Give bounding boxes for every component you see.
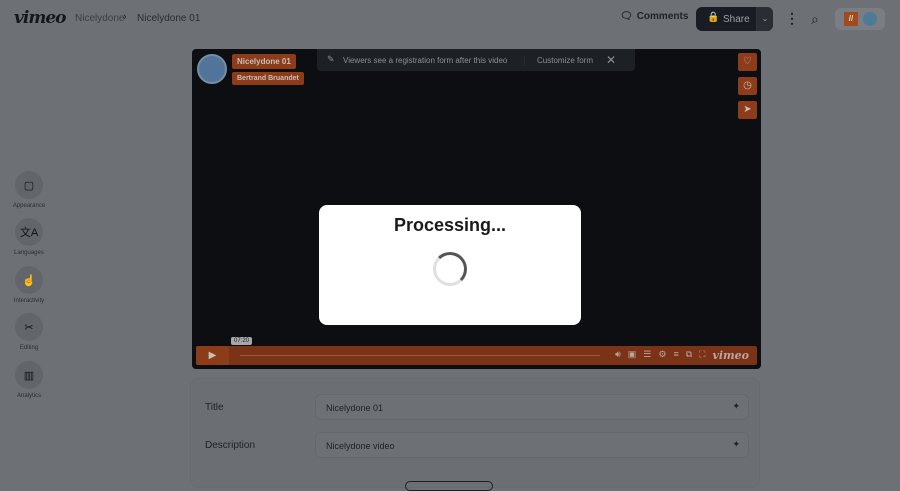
sidebar-item-interactivity[interactable]: ☝ Interactivity [10,266,48,304]
sidebar-label: Editing [19,345,39,351]
user-avatar [863,12,877,26]
vimeo-player-logo[interactable]: vimeo [712,349,749,362]
loading-spinner-icon [433,252,467,286]
more-options-icon[interactable]: ⋮ [785,10,799,27]
video-title-badge[interactable]: Nicelydone 01 [232,54,296,69]
like-icon[interactable]: ♡ [738,53,757,71]
sidebar-item-appearance[interactable]: ▢ Appearance [10,171,48,209]
fullscreen-icon[interactable]: ⛶ [699,349,705,362]
languages-icon: 文A [15,218,43,246]
form-button[interactable] [405,481,493,491]
comments-label: Comments [636,11,689,22]
ai-sparkle-icon[interactable]: ✦ [732,401,740,412]
breadcrumb-current: Nicelydone 01 [137,13,201,24]
video-details-form: Title Nicelydone 01 ✦ Description Nicelyd… [190,378,760,488]
description-label: Description [205,440,256,451]
ai-sparkle-icon[interactable]: ✦ [732,439,740,450]
share-send-icon[interactable]: ➤ [738,101,757,119]
settings-icon[interactable]: ⚙ [658,349,666,362]
pip-icon[interactable]: ⧉ [686,349,692,362]
author-badge[interactable]: Bertrand Bruandet [232,72,304,85]
sidebar-item-analytics[interactable]: ▥ Analytics [10,361,48,399]
chapters-icon[interactable]: ≡ [673,349,678,362]
share-label: Share [723,13,750,25]
account-switcher[interactable]: // [835,8,885,30]
time-tooltip: 07:20 [231,337,253,345]
team-avatar: // [844,12,858,26]
description-value: Nicelydone video [326,441,395,451]
play-icon[interactable]: ▶ [196,346,229,365]
sidebar-label: Languages [14,250,44,256]
processing-dialog: Processing... [319,205,581,325]
transcript-icon[interactable]: ☰ [643,349,651,362]
scissors-icon: ✂ [15,313,43,341]
lock-icon: 🔒 [707,12,720,23]
title-value: Nicelydone 01 [326,403,384,413]
customize-form-button[interactable]: Customize form [524,55,606,65]
sidebar-label: Interactivity [13,298,45,304]
search-icon[interactable]: ⌕ [811,11,819,28]
top-bar: vimeo Nicelydone › Nicelydone 01 🗨 Commen… [0,0,900,38]
sidebar-item-languages[interactable]: 文A Languages [10,218,48,256]
banner-text: Viewers see a registration form after th… [343,55,508,65]
form-icon: ✎ [327,54,335,64]
comment-icon: 🗨 [620,11,633,22]
registration-banner: ✎ Viewers see a registration form after … [317,49,635,71]
captions-icon[interactable]: ▣ [628,349,637,362]
player-controls: ▶ 07:20 🔊︎ ▣ ☰ ⚙ ≡ ⧉ ⛶ vimeo [196,337,757,365]
video-player[interactable]: Nicelydone 01 Bertrand Bruandet ✎ Viewer… [192,49,761,369]
progress-bar[interactable] [240,355,600,356]
chevron-right-icon: › [123,11,127,23]
sidebar-label: Appearance [12,203,46,209]
comments-button[interactable]: 🗨 Comments [620,11,688,22]
vimeo-logo[interactable]: vimeo [14,8,66,28]
appearance-icon: ▢ [15,171,43,199]
watch-later-icon[interactable]: ◷ [738,77,757,95]
breadcrumb-folder[interactable]: Nicelydone [75,13,124,24]
sidebar-label: Analytics [16,393,41,399]
title-input[interactable]: Nicelydone 01 ✦ [315,394,749,420]
processing-title: Processing... [393,215,507,235]
analytics-icon: ▥ [15,361,43,389]
description-input[interactable]: Nicelydone video ✦ [315,432,749,458]
share-button[interactable]: 🔒 Share ⌄ [696,7,773,31]
close-icon[interactable]: ✕ [606,53,616,67]
pointer-icon: ☝ [15,266,43,294]
sidebar-item-editing[interactable]: ✂ Editing [10,313,48,351]
share-dropdown-chevron-icon[interactable]: ⌄ [756,7,773,31]
channel-avatar [197,54,227,84]
title-label: Title [205,402,224,413]
volume-icon[interactable]: 🔊︎ [615,349,621,362]
